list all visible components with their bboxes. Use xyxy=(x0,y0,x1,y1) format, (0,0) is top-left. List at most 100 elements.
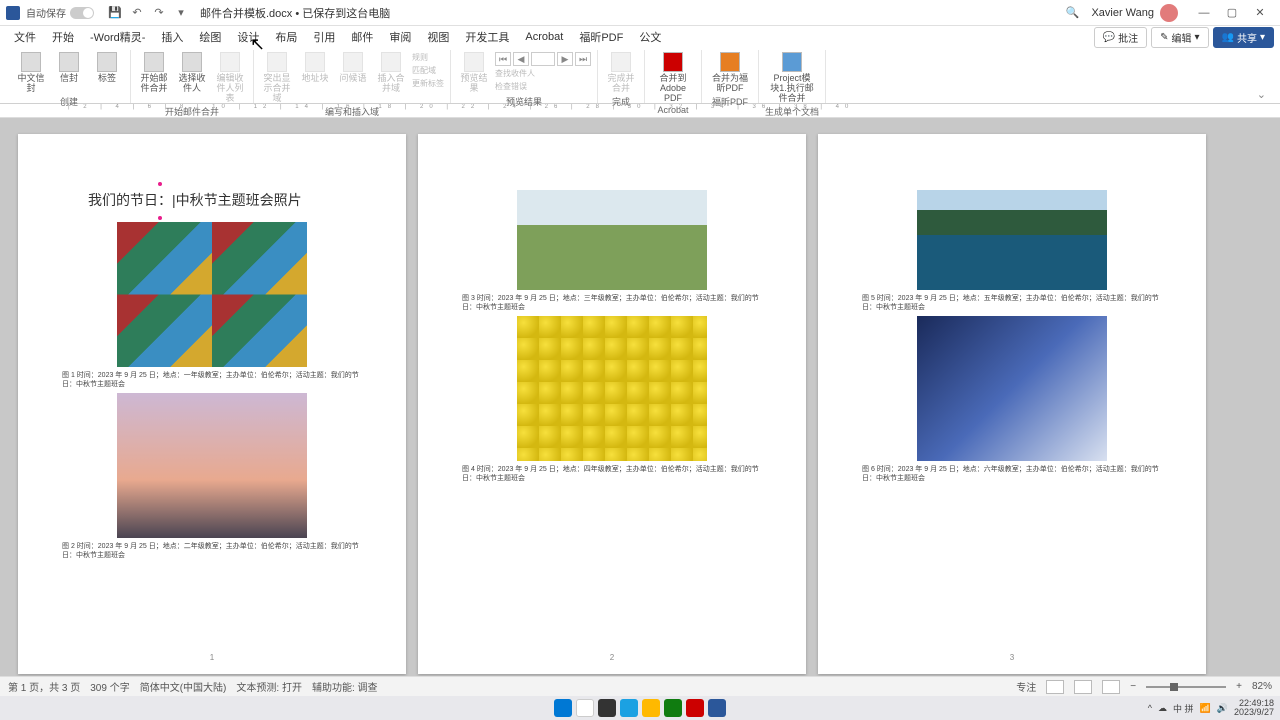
figure-5[interactable]: 图 5 时间：2023 年 9 月 25 日；地点：五年级教室；主办单位：伯伦希… xyxy=(858,190,1166,312)
editing-button[interactable]: ✎ 编辑 ▾ xyxy=(1151,27,1208,48)
app-icon[interactable] xyxy=(686,699,704,717)
read-mode-button[interactable] xyxy=(1046,680,1064,694)
rbtn-label: 信封 xyxy=(60,74,78,84)
tab-foxit[interactable]: 福昕PDF xyxy=(571,27,631,47)
tab-mailings[interactable]: 邮件 xyxy=(343,27,381,47)
merge-adobe-button[interactable]: 合并到 Adobe PDF xyxy=(651,52,695,104)
tab-home[interactable]: 开始 xyxy=(44,27,82,47)
print-layout-button[interactable] xyxy=(1074,680,1092,694)
figure-image xyxy=(117,222,307,367)
tab-layout[interactable]: 布局 xyxy=(267,27,305,47)
text-prediction[interactable]: 文本预测: 打开 xyxy=(236,679,302,694)
redo-icon[interactable]: ↷ xyxy=(151,5,167,21)
highlight-fields-button: 突出显示合并域 xyxy=(260,52,294,104)
tab-view[interactable]: 视图 xyxy=(419,27,457,47)
figure-3[interactable]: 图 3 时间：2023 年 9 月 25 日；地点：三年级教室；主办单位：伯伦希… xyxy=(458,190,766,312)
volume-icon[interactable]: 🔊 xyxy=(1217,703,1228,714)
edge-icon[interactable] xyxy=(620,699,638,717)
qat-dropdown[interactable]: ▾ xyxy=(173,5,189,21)
autosave-label: 自动保存 xyxy=(26,5,66,20)
menu-bar: 文件 开始 -Word精灵- 插入 绘图 设计 布局 引用 邮件 审阅 视图 开… xyxy=(0,26,1280,48)
tab-file[interactable]: 文件 xyxy=(6,27,44,47)
foxit-icon xyxy=(720,52,740,72)
label-icon xyxy=(97,52,117,72)
zoom-out-button[interactable]: − xyxy=(1130,681,1136,692)
envelope-icon xyxy=(59,52,79,72)
document-area[interactable]: 我们的节日：|中秋节主题班会照片 图 1 时间：2023 年 9 月 25 日；… xyxy=(0,118,1280,678)
figure-2[interactable]: 图 2 时间：2023 年 9 月 25 日；地点：二年级教室；主办单位：伯伦希… xyxy=(58,393,366,560)
tab-official[interactable]: 公文 xyxy=(631,27,669,47)
document-title[interactable]: 我们的节日：|中秋节主题班会照片 xyxy=(58,190,366,210)
ime-indicator[interactable]: 中 拼 xyxy=(1173,702,1194,715)
page-1[interactable]: 我们的节日：|中秋节主题班会照片 图 1 时间：2023 年 9 月 25 日；… xyxy=(18,134,406,674)
language[interactable]: 简体中文(中国大陆) xyxy=(140,679,227,694)
rbtn-label: 中文信封 xyxy=(14,74,48,94)
zoom-level[interactable]: 82% xyxy=(1252,681,1272,692)
project-module-button[interactable]: Project模块1.执行邮件合并 xyxy=(770,52,814,104)
ribbon-collapse-button[interactable]: ⌄ xyxy=(1251,86,1272,103)
share-button[interactable]: 👥 共享 ▾ xyxy=(1213,27,1274,48)
select-recipients-button[interactable]: 选择收件人 xyxy=(175,52,209,94)
search-button[interactable] xyxy=(576,699,594,717)
tray-expand-icon[interactable]: ^ xyxy=(1148,703,1152,713)
maximize-button[interactable]: ▢ xyxy=(1218,3,1246,23)
rbtn-label: 编辑收件人列表 xyxy=(213,74,247,104)
zoom-in-button[interactable]: + xyxy=(1236,681,1242,692)
merge-foxit-button[interactable]: 合并为福昕PDF xyxy=(708,52,752,94)
clock[interactable]: 22:49:18 2023/9/27 xyxy=(1234,699,1274,717)
comments-label: 批注 xyxy=(1118,30,1138,45)
rules-label: 规则 xyxy=(412,52,444,63)
onedrive-icon[interactable]: ☁ xyxy=(1158,703,1167,714)
avatar[interactable] xyxy=(1160,4,1178,22)
tab-design[interactable]: 设计 xyxy=(229,27,267,47)
figure-1[interactable]: 图 1 时间：2023 年 9 月 25 日；地点：一年级教室；主办单位：伯伦希… xyxy=(58,222,366,389)
page-3[interactable]: 图 5 时间：2023 年 9 月 25 日；地点：五年级教室；主办单位：伯伦希… xyxy=(818,134,1206,674)
figure-6[interactable]: 图 6 时间：2023 年 9 月 25 日；地点：六年级教室；主办单位：伯伦希… xyxy=(858,316,1166,483)
windows-taskbar: ^ ☁ 中 拼 📶 🔊 22:49:18 2023/9/27 xyxy=(0,696,1280,720)
accessibility[interactable]: 辅助功能: 调查 xyxy=(312,679,378,694)
page-count[interactable]: 第 1 页，共 3 页 xyxy=(8,679,80,694)
autosave-toggle[interactable] xyxy=(70,7,94,19)
zoom-slider[interactable] xyxy=(1146,686,1226,688)
undo-icon[interactable]: ↶ xyxy=(129,5,145,21)
excel-icon[interactable] xyxy=(664,699,682,717)
explorer-icon[interactable] xyxy=(642,699,660,717)
update-label: 更新标签 xyxy=(412,78,444,89)
field-options: 规则 匹配域 更新标签 xyxy=(412,52,444,89)
title-bar: 自动保存 💾 ↶ ↷ ▾ 邮件合并模板.docx • 已保存到这台电脑 🔍 Xa… xyxy=(0,0,1280,26)
envelope-button[interactable]: 信封 xyxy=(52,52,86,84)
tab-insert[interactable]: 插入 xyxy=(153,27,191,47)
highlight-icon xyxy=(267,52,287,72)
search-icon[interactable]: 🔍 xyxy=(1065,6,1079,20)
ribbon-group-fields: 突出显示合并域 地址块 问候语 插入合并域 规则 匹配域 更新标签 编写和插入域 xyxy=(254,50,451,103)
minimize-button[interactable]: — xyxy=(1190,3,1218,23)
labels-button[interactable]: 标签 xyxy=(90,52,124,84)
wifi-icon[interactable]: 📶 xyxy=(1200,703,1211,714)
tab-acrobat[interactable]: Acrobat xyxy=(517,29,571,45)
word-count[interactable]: 309 个字 xyxy=(90,679,129,694)
user-name[interactable]: Xavier Wang xyxy=(1091,7,1154,19)
save-icon[interactable]: 💾 xyxy=(107,5,123,21)
comments-button[interactable]: 💬 批注 xyxy=(1094,27,1147,48)
page-2[interactable]: 图 3 时间：2023 年 9 月 25 日；地点：三年级教室；主办单位：伯伦希… xyxy=(418,134,806,674)
tab-references[interactable]: 引用 xyxy=(305,27,343,47)
focus-mode[interactable]: 专注 xyxy=(1016,679,1036,694)
ribbon-group-start: 开始邮件合并 选择收件人 编辑收件人列表 开始邮件合并 xyxy=(131,50,254,103)
web-layout-button[interactable] xyxy=(1102,680,1120,694)
cn-envelope-button[interactable]: 中文信封 xyxy=(14,52,48,94)
record-number xyxy=(531,52,555,66)
tab-review[interactable]: 审阅 xyxy=(381,27,419,47)
cursor-marker-icon xyxy=(158,182,162,186)
figure-caption: 图 6 时间：2023 年 9 月 25 日；地点：六年级教室；主办单位：伯伦希… xyxy=(858,465,1166,483)
start-merge-button[interactable]: 开始邮件合并 xyxy=(137,52,171,94)
tab-wordspirit[interactable]: -Word精灵- xyxy=(82,27,153,47)
document-name[interactable]: 邮件合并模板.docx • 已保存到这台电脑 xyxy=(200,5,390,21)
tab-draw[interactable]: 绘图 xyxy=(191,27,229,47)
start-button[interactable] xyxy=(554,699,572,717)
word-icon[interactable] xyxy=(708,699,726,717)
close-button[interactable]: ✕ xyxy=(1246,3,1274,23)
taskview-button[interactable] xyxy=(598,699,616,717)
rbtn-label: 合并到 Adobe PDF xyxy=(651,74,695,104)
tab-developer[interactable]: 开发工具 xyxy=(457,27,517,47)
figure-4[interactable]: 图 4 时间：2023 年 9 月 25 日；地点：四年级教室；主办单位：伯伦希… xyxy=(458,316,766,483)
